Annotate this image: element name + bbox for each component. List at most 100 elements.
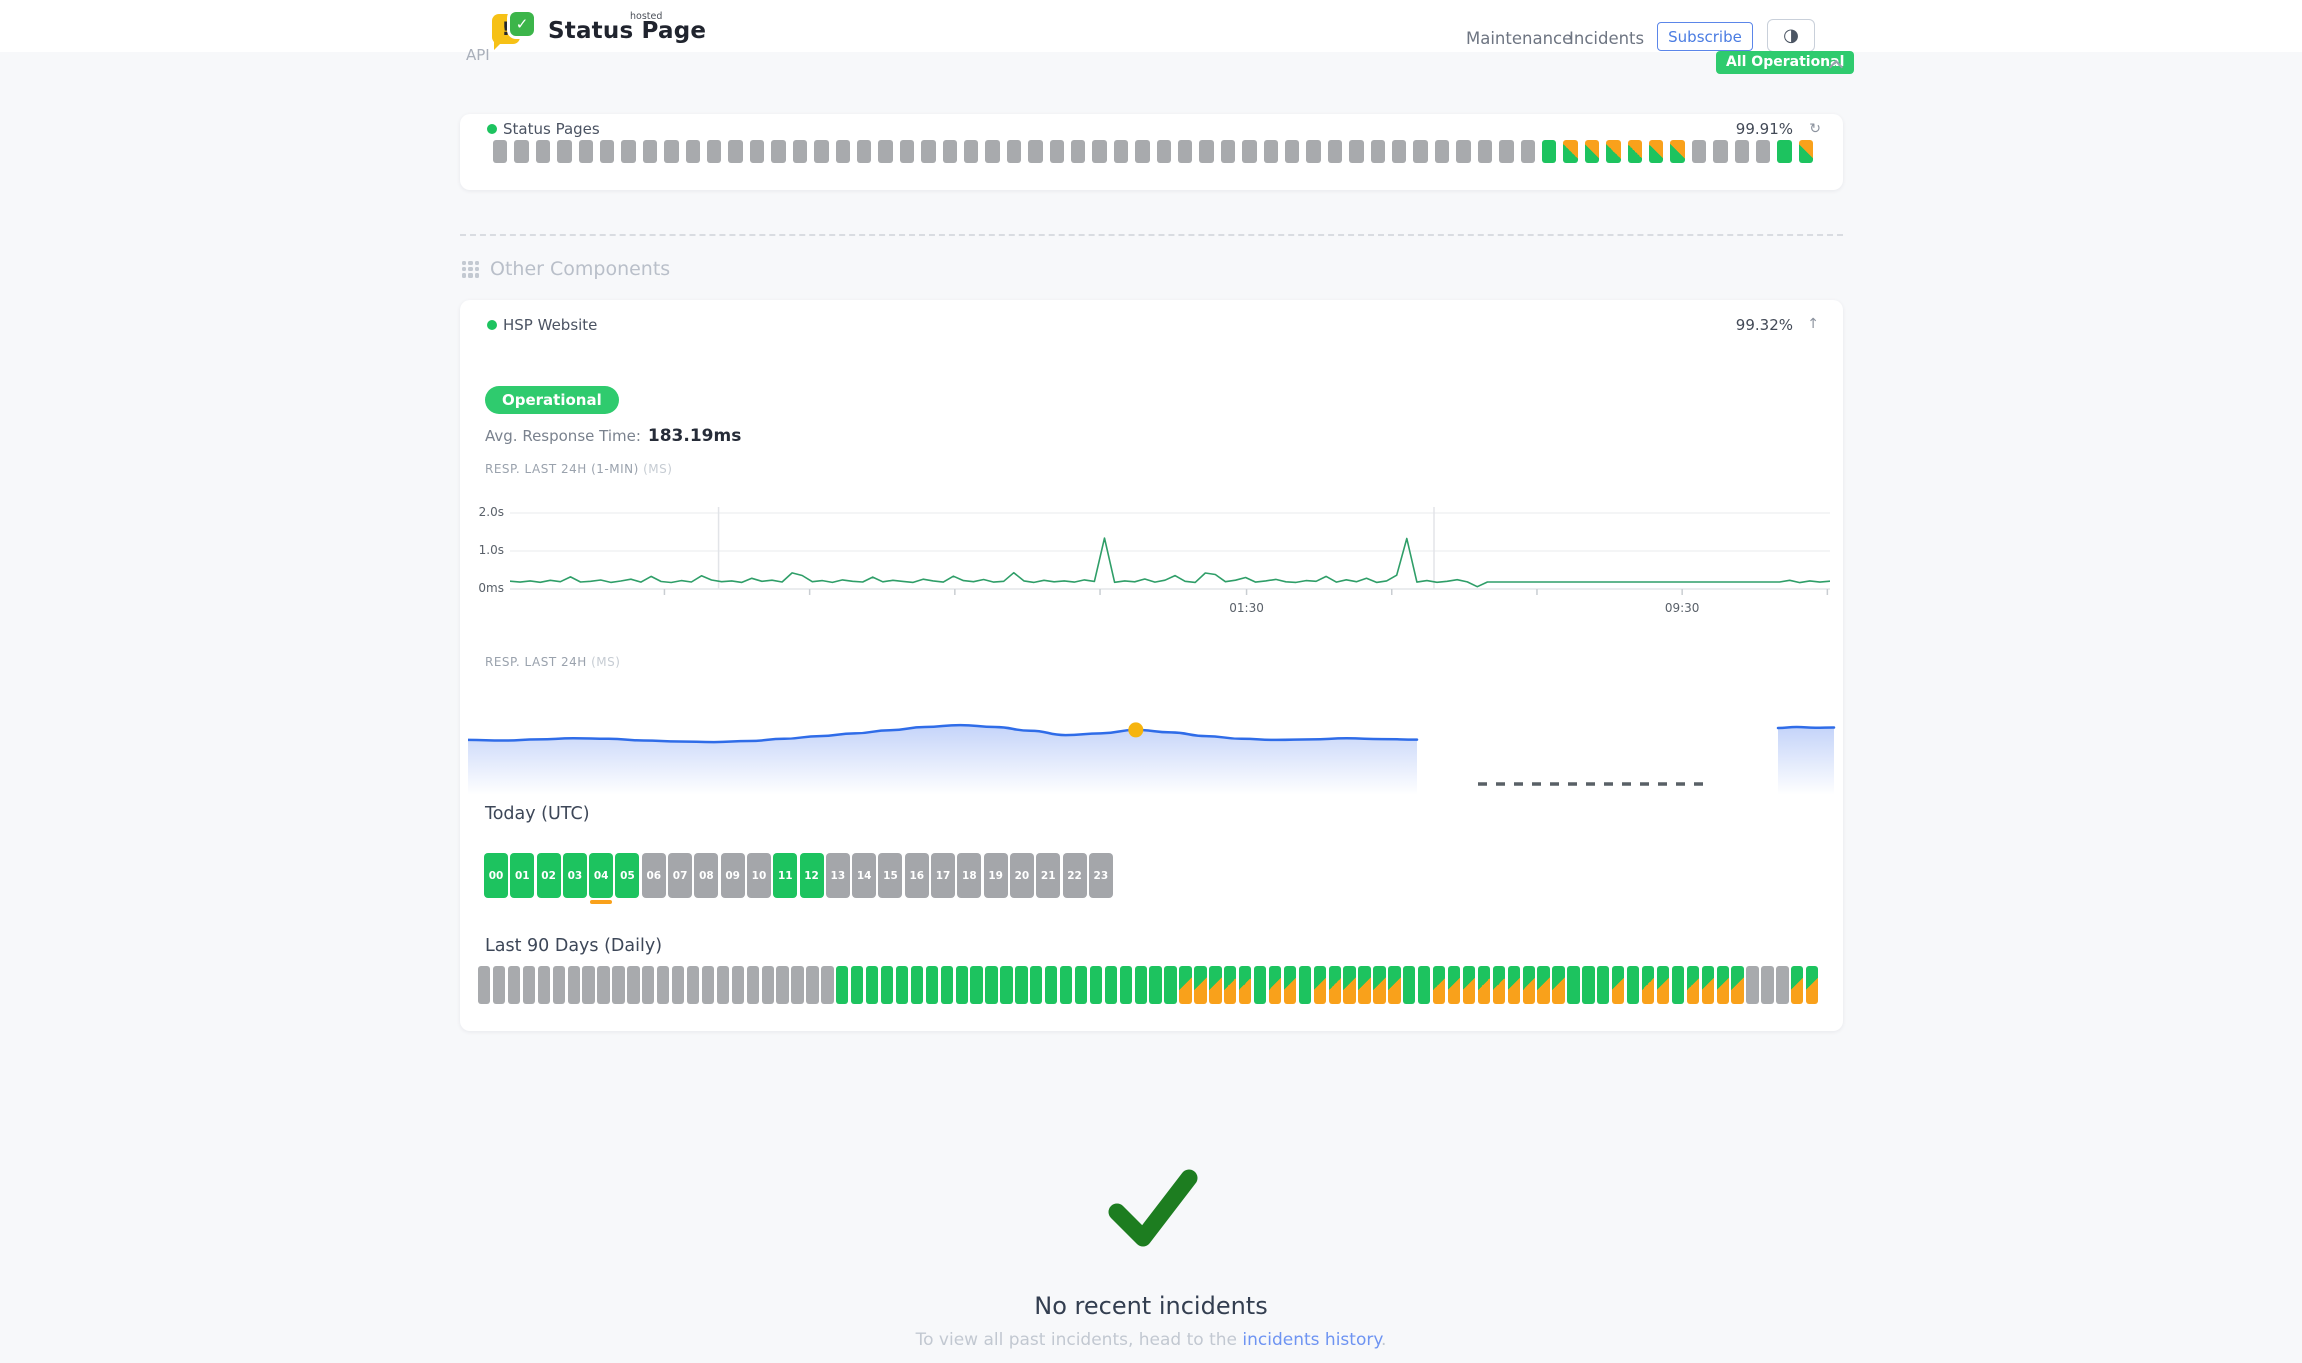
daily-bar[interactable]: [1269, 966, 1281, 1004]
hour-block[interactable]: 22: [1063, 853, 1087, 898]
nav-maintenance[interactable]: Maintenance: [1466, 29, 1572, 48]
daily-bar[interactable]: [1194, 966, 1206, 1004]
daily-bar[interactable]: [1791, 966, 1803, 1004]
daily-bar[interactable]: [1030, 966, 1042, 1004]
uptime-bar[interactable]: [1114, 140, 1128, 163]
hour-block[interactable]: 00: [484, 853, 508, 898]
uptime-bar[interactable]: [900, 140, 914, 163]
daily-bar[interactable]: [493, 966, 505, 1004]
hour-block[interactable]: 21: [1036, 853, 1060, 898]
daily-bar[interactable]: [851, 966, 863, 1004]
daily-bar[interactable]: [836, 966, 848, 1004]
uptime-bar[interactable]: [1264, 140, 1278, 163]
uptime-bar[interactable]: [514, 140, 528, 163]
response-time-line-chart[interactable]: 2.0s 1.0s 0ms 01:3009:30: [510, 497, 1830, 622]
daily-bar[interactable]: [1135, 966, 1147, 1004]
daily-bar[interactable]: [806, 966, 818, 1004]
daily-bar[interactable]: [1717, 966, 1729, 1004]
daily-bar[interactable]: [672, 966, 684, 1004]
daily-bar[interactable]: [1702, 966, 1714, 1004]
daily-bar[interactable]: [582, 966, 594, 1004]
daily-bar[interactable]: [1478, 966, 1490, 1004]
daily-bar[interactable]: [1388, 966, 1400, 1004]
refresh-icon[interactable]: ↻: [1809, 121, 1821, 137]
daily-bar[interactable]: [1015, 966, 1027, 1004]
uptime-bar[interactable]: [600, 140, 614, 163]
daily-bar[interactable]: [1284, 966, 1296, 1004]
uptime-bar[interactable]: [985, 140, 999, 163]
daily-bar[interactable]: [597, 966, 609, 1004]
hour-block[interactable]: 05: [615, 853, 639, 898]
uptime-bar[interactable]: [878, 140, 892, 163]
daily-bar[interactable]: [1672, 966, 1684, 1004]
hour-block[interactable]: 08: [694, 853, 718, 898]
daily-bar[interactable]: [1597, 966, 1609, 1004]
hour-block[interactable]: 01: [510, 853, 534, 898]
hour-block[interactable]: 15: [878, 853, 902, 898]
uptime-bar[interactable]: [707, 140, 721, 163]
daily-bar[interactable]: [538, 966, 550, 1004]
daily-bar[interactable]: [1403, 966, 1415, 1004]
uptime-bar[interactable]: [964, 140, 978, 163]
daily-bar[interactable]: [1164, 966, 1176, 1004]
daily-bar[interactable]: [1463, 966, 1475, 1004]
uptime-bar[interactable]: [1478, 140, 1492, 163]
daily-bar[interactable]: [1179, 966, 1191, 1004]
hour-block[interactable]: 12: [800, 853, 824, 898]
daily-bar[interactable]: [1776, 966, 1788, 1004]
daily-bar[interactable]: [642, 966, 654, 1004]
daily-bar[interactable]: [1314, 966, 1326, 1004]
daily-bar[interactable]: [1343, 966, 1355, 1004]
daily-bar[interactable]: [1582, 966, 1594, 1004]
hour-block[interactable]: 20: [1010, 853, 1034, 898]
hour-block[interactable]: 10: [747, 853, 771, 898]
daily-bar[interactable]: [1567, 966, 1579, 1004]
hour-block[interactable]: 23: [1089, 853, 1113, 898]
daily-bar[interactable]: [985, 966, 997, 1004]
daily-bar[interactable]: [1149, 966, 1161, 1004]
daily-bar[interactable]: [553, 966, 565, 1004]
uptime-bar[interactable]: [836, 140, 850, 163]
daily-bar[interactable]: [702, 966, 714, 1004]
uptime-bar[interactable]: [814, 140, 828, 163]
hour-block[interactable]: 17: [931, 853, 955, 898]
hour-block[interactable]: 13: [826, 853, 850, 898]
uptime-bar[interactable]: [1606, 140, 1620, 163]
uptime-bar[interactable]: [728, 140, 742, 163]
uptime-bar[interactable]: [1028, 140, 1042, 163]
uptime-bar[interactable]: [857, 140, 871, 163]
uptime-bar[interactable]: [793, 140, 807, 163]
uptime-bar[interactable]: [1178, 140, 1192, 163]
daily-bar[interactable]: [747, 966, 759, 1004]
daily-bar[interactable]: [1612, 966, 1624, 1004]
daily-bar[interactable]: [1224, 966, 1236, 1004]
uptime-bar[interactable]: [1349, 140, 1363, 163]
daily-bar[interactable]: [1120, 966, 1132, 1004]
daily-bar[interactable]: [1642, 966, 1654, 1004]
uptime-bar[interactable]: [1135, 140, 1149, 163]
uptime-bar[interactable]: [1007, 140, 1021, 163]
uptime-bar[interactable]: [1499, 140, 1513, 163]
response-time-area-chart[interactable]: [468, 695, 1836, 800]
daily-bar[interactable]: [776, 966, 788, 1004]
daily-bar[interactable]: [896, 966, 908, 1004]
daily-bar[interactable]: [1329, 966, 1341, 1004]
uptime-bar[interactable]: [1050, 140, 1064, 163]
daily-bar[interactable]: [1523, 966, 1535, 1004]
daily-bar[interactable]: [1299, 966, 1311, 1004]
chevron-up-icon[interactable]: [1830, 60, 1842, 72]
uptime-bar[interactable]: [1157, 140, 1171, 163]
uptime-bar[interactable]: [1756, 140, 1770, 163]
hour-block[interactable]: 03: [563, 853, 587, 898]
uptime-bar[interactable]: [686, 140, 700, 163]
uptime-bar[interactable]: [1670, 140, 1684, 163]
uptime-bar[interactable]: [1413, 140, 1427, 163]
daily-bar[interactable]: [881, 966, 893, 1004]
trend-up-icon[interactable]: ↑: [1807, 316, 1819, 332]
daily-bar[interactable]: [1448, 966, 1460, 1004]
daily-bar[interactable]: [508, 966, 520, 1004]
daily-bar[interactable]: [926, 966, 938, 1004]
daily-bar[interactable]: [1761, 966, 1773, 1004]
daily-bar[interactable]: [657, 966, 669, 1004]
uptime-bar[interactable]: [1199, 140, 1213, 163]
